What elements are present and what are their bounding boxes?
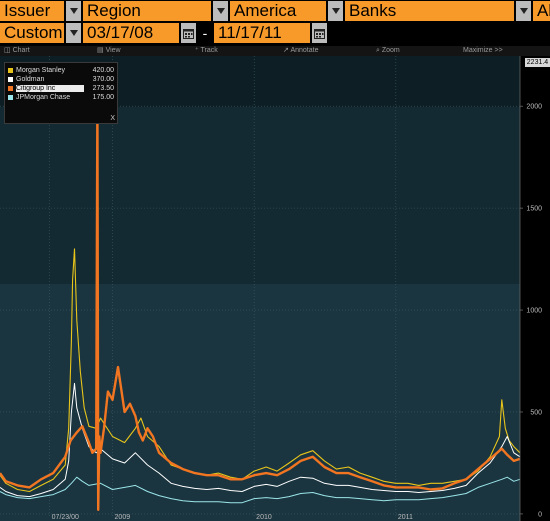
legend-swatch (8, 86, 13, 91)
start-date-field[interactable]: 03/17/08 (83, 23, 179, 43)
y-tick-label: 2000 (526, 104, 542, 111)
y-axis: 0 500 1000 1500 2000 (519, 56, 542, 521)
legend-label: Goldman (16, 76, 45, 83)
legend-label: JPMorgan Chase (16, 94, 71, 101)
calendar-icon (314, 28, 325, 39)
y-tick-label: 1000 (526, 308, 542, 315)
chart-menu[interactable]: ◫ Chart (4, 46, 30, 56)
chevron-down-icon (216, 8, 225, 14)
period-dropdown[interactable] (66, 23, 81, 43)
region-dropdown[interactable] (213, 1, 228, 21)
region-value-dropdown[interactable] (328, 1, 343, 21)
security-selector-row: Issuer Region America Banks All (0, 1, 550, 21)
last-value-label: 2231.4 (525, 58, 550, 67)
spread-chart: 0 500 1000 1500 2000 07/23/00 2009 2010 2011 (0, 56, 542, 521)
legend-item-morgan-stanley[interactable]: Morgan Stanley 420.00 (8, 66, 114, 75)
end-calendar-button[interactable] (312, 23, 327, 43)
close-icon[interactable]: X (110, 115, 115, 122)
chevron-down-icon (69, 8, 78, 14)
scope-field[interactable]: All (533, 1, 550, 21)
y-tick-label: 500 (530, 409, 542, 416)
chevron-down-icon (519, 8, 528, 14)
chart-toolbar: ◫ Chart ▤ View ⁺ Track ↗ Annotate ⌕ Zoom… (0, 46, 550, 56)
annotate-button[interactable]: ↗ Annotate (283, 46, 318, 56)
calendar-icon (183, 28, 194, 39)
legend-value: 273.50 (92, 85, 114, 92)
x-tick-label: 07/23/00 (52, 514, 79, 521)
issuer-field[interactable]: Issuer (0, 1, 64, 21)
plot-band-mid (0, 107, 520, 284)
legend-swatch (8, 77, 13, 82)
maximize-button[interactable]: Maximize >> (463, 46, 503, 56)
y-tick-label: 0 (538, 511, 542, 518)
legend-item-jpmorgan[interactable]: JPMorgan Chase 175.00 (8, 93, 114, 102)
legend-value: 370.00 (92, 76, 114, 83)
chevron-down-icon (69, 30, 78, 36)
legend[interactable]: Morgan Stanley 420.00 Goldman 370.00 Cit… (4, 62, 118, 124)
sector-dropdown[interactable] (516, 1, 531, 21)
date-range-row: Custom 03/17/08 - 11/17/11 (0, 23, 331, 43)
sector-field[interactable]: Banks (345, 1, 514, 21)
legend-swatch (8, 68, 13, 73)
start-calendar-button[interactable] (181, 23, 196, 43)
period-field[interactable]: Custom (0, 23, 64, 43)
x-tick-label: 2011 (398, 514, 413, 521)
x-tick-label: 2009 (115, 514, 131, 521)
y-tick-label: 1500 (526, 206, 542, 213)
region-value-field[interactable]: America (230, 1, 326, 21)
legend-item-goldman[interactable]: Goldman 370.00 (8, 75, 114, 84)
legend-item-citigroup[interactable]: Citigroup Inc 273.50 (8, 84, 114, 93)
zoom-button[interactable]: ⌕ Zoom (376, 46, 400, 56)
legend-label: Morgan Stanley (16, 67, 66, 74)
chevron-down-icon (331, 8, 340, 14)
legend-value: 420.00 (92, 67, 114, 74)
track-button[interactable]: ⁺ Track (195, 46, 218, 56)
x-tick-label: 2010 (256, 514, 272, 521)
view-menu[interactable]: ▤ View (97, 46, 121, 56)
date-separator: - (202, 25, 208, 41)
issuer-dropdown[interactable] (66, 1, 81, 21)
end-date-field[interactable]: 11/17/11 (214, 23, 310, 43)
legend-value: 175.00 (92, 94, 114, 101)
legend-swatch (8, 95, 13, 100)
legend-label: Citigroup Inc (16, 85, 84, 92)
region-field[interactable]: Region (83, 1, 211, 21)
